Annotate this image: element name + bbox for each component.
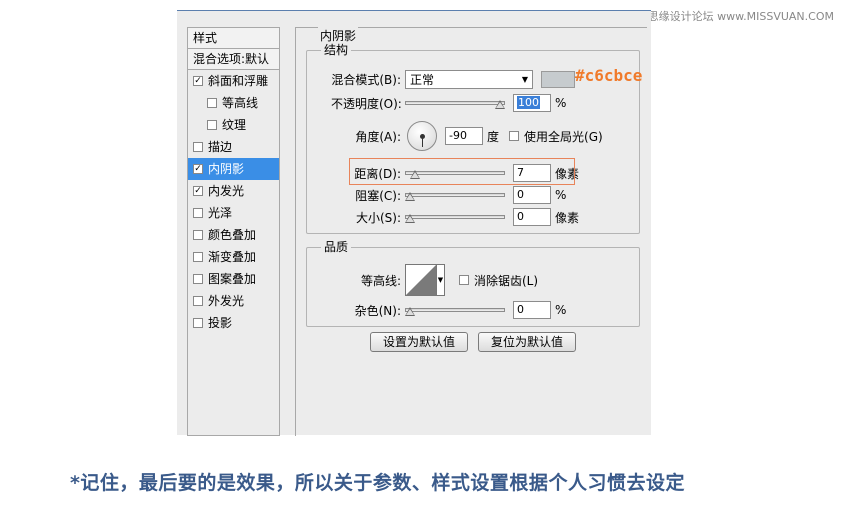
style-item-label: 外发光 xyxy=(208,294,245,308)
section-title: 内阴影 xyxy=(318,27,359,44)
slider-thumb[interactable] xyxy=(405,192,415,201)
checkbox[interactable] xyxy=(193,318,203,328)
reset-default-button[interactable]: 复位为默认值 xyxy=(478,332,576,352)
choke-slider[interactable] xyxy=(405,190,505,201)
checkbox[interactable] xyxy=(193,230,203,240)
slider-track xyxy=(405,101,505,105)
opacity-label: 不透明度(O): xyxy=(331,96,402,111)
structure-title: 结构 xyxy=(321,43,352,57)
noise-slider[interactable] xyxy=(405,305,505,316)
style-item-label: 内阴影 xyxy=(208,162,245,176)
style-item-label: 颜色叠加 xyxy=(208,228,257,242)
noise-label: 杂色(N): xyxy=(354,303,401,318)
caption: *记住，最后要的是效果，所以关于参数、样式设置根据个人习惯去设定 xyxy=(70,472,685,494)
style-item-pattern-overlay[interactable]: 图案叠加 xyxy=(188,268,279,290)
contour-picker[interactable]: ▼ xyxy=(405,264,445,296)
size-input[interactable]: 0 xyxy=(513,208,551,226)
contour-label: 等高线: xyxy=(360,273,401,288)
style-item-label: 投影 xyxy=(208,316,233,330)
style-item-bevel-emboss[interactable]: ✓ 斜面和浮雕 xyxy=(188,70,279,92)
opacity-unit: % xyxy=(555,96,567,110)
styles-header[interactable]: 样式 xyxy=(188,28,279,49)
noise-input[interactable]: 0 xyxy=(513,301,551,319)
style-item-texture[interactable]: 纹理 xyxy=(188,114,279,136)
angle-unit: 度 xyxy=(487,129,500,144)
watermark: 思缘设计论坛 www.MISSVUAN.COM xyxy=(647,10,834,23)
checkbox[interactable] xyxy=(193,208,203,218)
checkbox[interactable] xyxy=(193,142,203,152)
style-item-label: 光泽 xyxy=(208,206,233,220)
style-item-label: 描边 xyxy=(208,140,233,154)
style-item-contour[interactable]: 等高线 xyxy=(188,92,279,114)
style-item-drop-shadow[interactable]: 投影 xyxy=(188,312,279,334)
angle-dial[interactable] xyxy=(407,121,437,151)
style-item-inner-glow[interactable]: ✓ 内发光 xyxy=(188,180,279,202)
blend-mode-select[interactable]: 正常 ▼ xyxy=(405,69,533,89)
style-item-satin[interactable]: 光泽 xyxy=(188,202,279,224)
global-light-label: 使用全局光(G) xyxy=(524,129,603,144)
style-item-inner-shadow[interactable]: ✓ 内阴影 xyxy=(188,158,279,180)
quality-group: 品质 等高线: ▼ 消除锯齿(L) 杂色(N): 0 % xyxy=(306,240,640,327)
angle-label: 角度(A): xyxy=(355,129,401,144)
size-unit: 像素 xyxy=(555,210,580,225)
slider-track xyxy=(405,308,505,312)
checkbox[interactable] xyxy=(193,296,203,306)
layer-style-dialog: 样式 混合选项:默认 ✓ 斜面和浮雕 等高线 纹理 描边 ✓ 内阴影 ✓ 内发光… xyxy=(177,10,651,436)
checkbox[interactable] xyxy=(193,274,203,284)
checkbox[interactable] xyxy=(193,252,203,262)
style-item-gradient-overlay[interactable]: 渐变叠加 xyxy=(188,246,279,268)
slider-thumb[interactable] xyxy=(495,100,505,109)
antialias-checkbox[interactable] xyxy=(459,275,469,285)
style-item-color-overlay[interactable]: 颜色叠加 xyxy=(188,224,279,246)
slider-thumb[interactable] xyxy=(405,214,415,223)
slider-track xyxy=(405,215,505,219)
choke-label: 阻塞(C): xyxy=(355,188,401,203)
blend-options-default[interactable]: 混合选项:默认 xyxy=(188,49,279,70)
styles-list: 样式 混合选项:默认 ✓ 斜面和浮雕 等高线 纹理 描边 ✓ 内阴影 ✓ 内发光… xyxy=(187,27,280,436)
opacity-value: 100 xyxy=(517,96,540,109)
opacity-slider[interactable] xyxy=(405,98,505,109)
style-item-label: 等高线 xyxy=(222,96,259,110)
checkbox[interactable]: ✓ xyxy=(193,164,203,174)
size-slider[interactable] xyxy=(405,212,505,223)
slider-track xyxy=(405,193,505,197)
style-item-label: 渐变叠加 xyxy=(208,250,257,264)
quality-title: 品质 xyxy=(321,240,352,254)
style-item-stroke[interactable]: 描边 xyxy=(188,136,279,158)
size-label: 大小(S): xyxy=(355,210,401,225)
style-item-outer-glow[interactable]: 外发光 xyxy=(188,290,279,312)
checkbox[interactable]: ✓ xyxy=(193,76,203,86)
choke-unit: % xyxy=(555,188,567,202)
opacity-input[interactable]: 100 xyxy=(513,94,551,112)
antialias-label: 消除锯齿(L) xyxy=(474,273,539,288)
style-item-label: 图案叠加 xyxy=(208,272,257,286)
slider-thumb[interactable] xyxy=(405,307,415,316)
checkbox[interactable]: ✓ xyxy=(193,186,203,196)
blend-mode-value: 正常 xyxy=(410,72,435,87)
shadow-color-swatch[interactable] xyxy=(541,70,575,88)
style-item-label: 斜面和浮雕 xyxy=(208,74,269,88)
chevron-down-icon: ▼ xyxy=(521,74,528,84)
style-item-label: 纹理 xyxy=(222,118,247,132)
checkbox[interactable] xyxy=(207,98,217,108)
contour-preview-icon xyxy=(406,265,436,295)
distance-highlight xyxy=(349,158,575,185)
noise-unit: % xyxy=(555,303,567,317)
angle-input[interactable]: -90 xyxy=(445,127,483,145)
style-item-label: 内发光 xyxy=(208,184,245,198)
global-light-checkbox[interactable] xyxy=(509,131,520,141)
inner-shadow-panel: 内阴影 结构 混合模式(B): 正常 ▼ 不透明度(O): 100 % 角度(A… xyxy=(295,27,647,436)
chevron-down-icon[interactable]: ▼ xyxy=(436,265,444,295)
choke-input[interactable]: 0 xyxy=(513,186,551,204)
blend-mode-label: 混合模式(B): xyxy=(331,72,401,87)
color-hex-annotation: #c6cbce xyxy=(575,66,643,85)
set-default-button[interactable]: 设置为默认值 xyxy=(370,332,468,352)
checkbox[interactable] xyxy=(207,120,217,130)
